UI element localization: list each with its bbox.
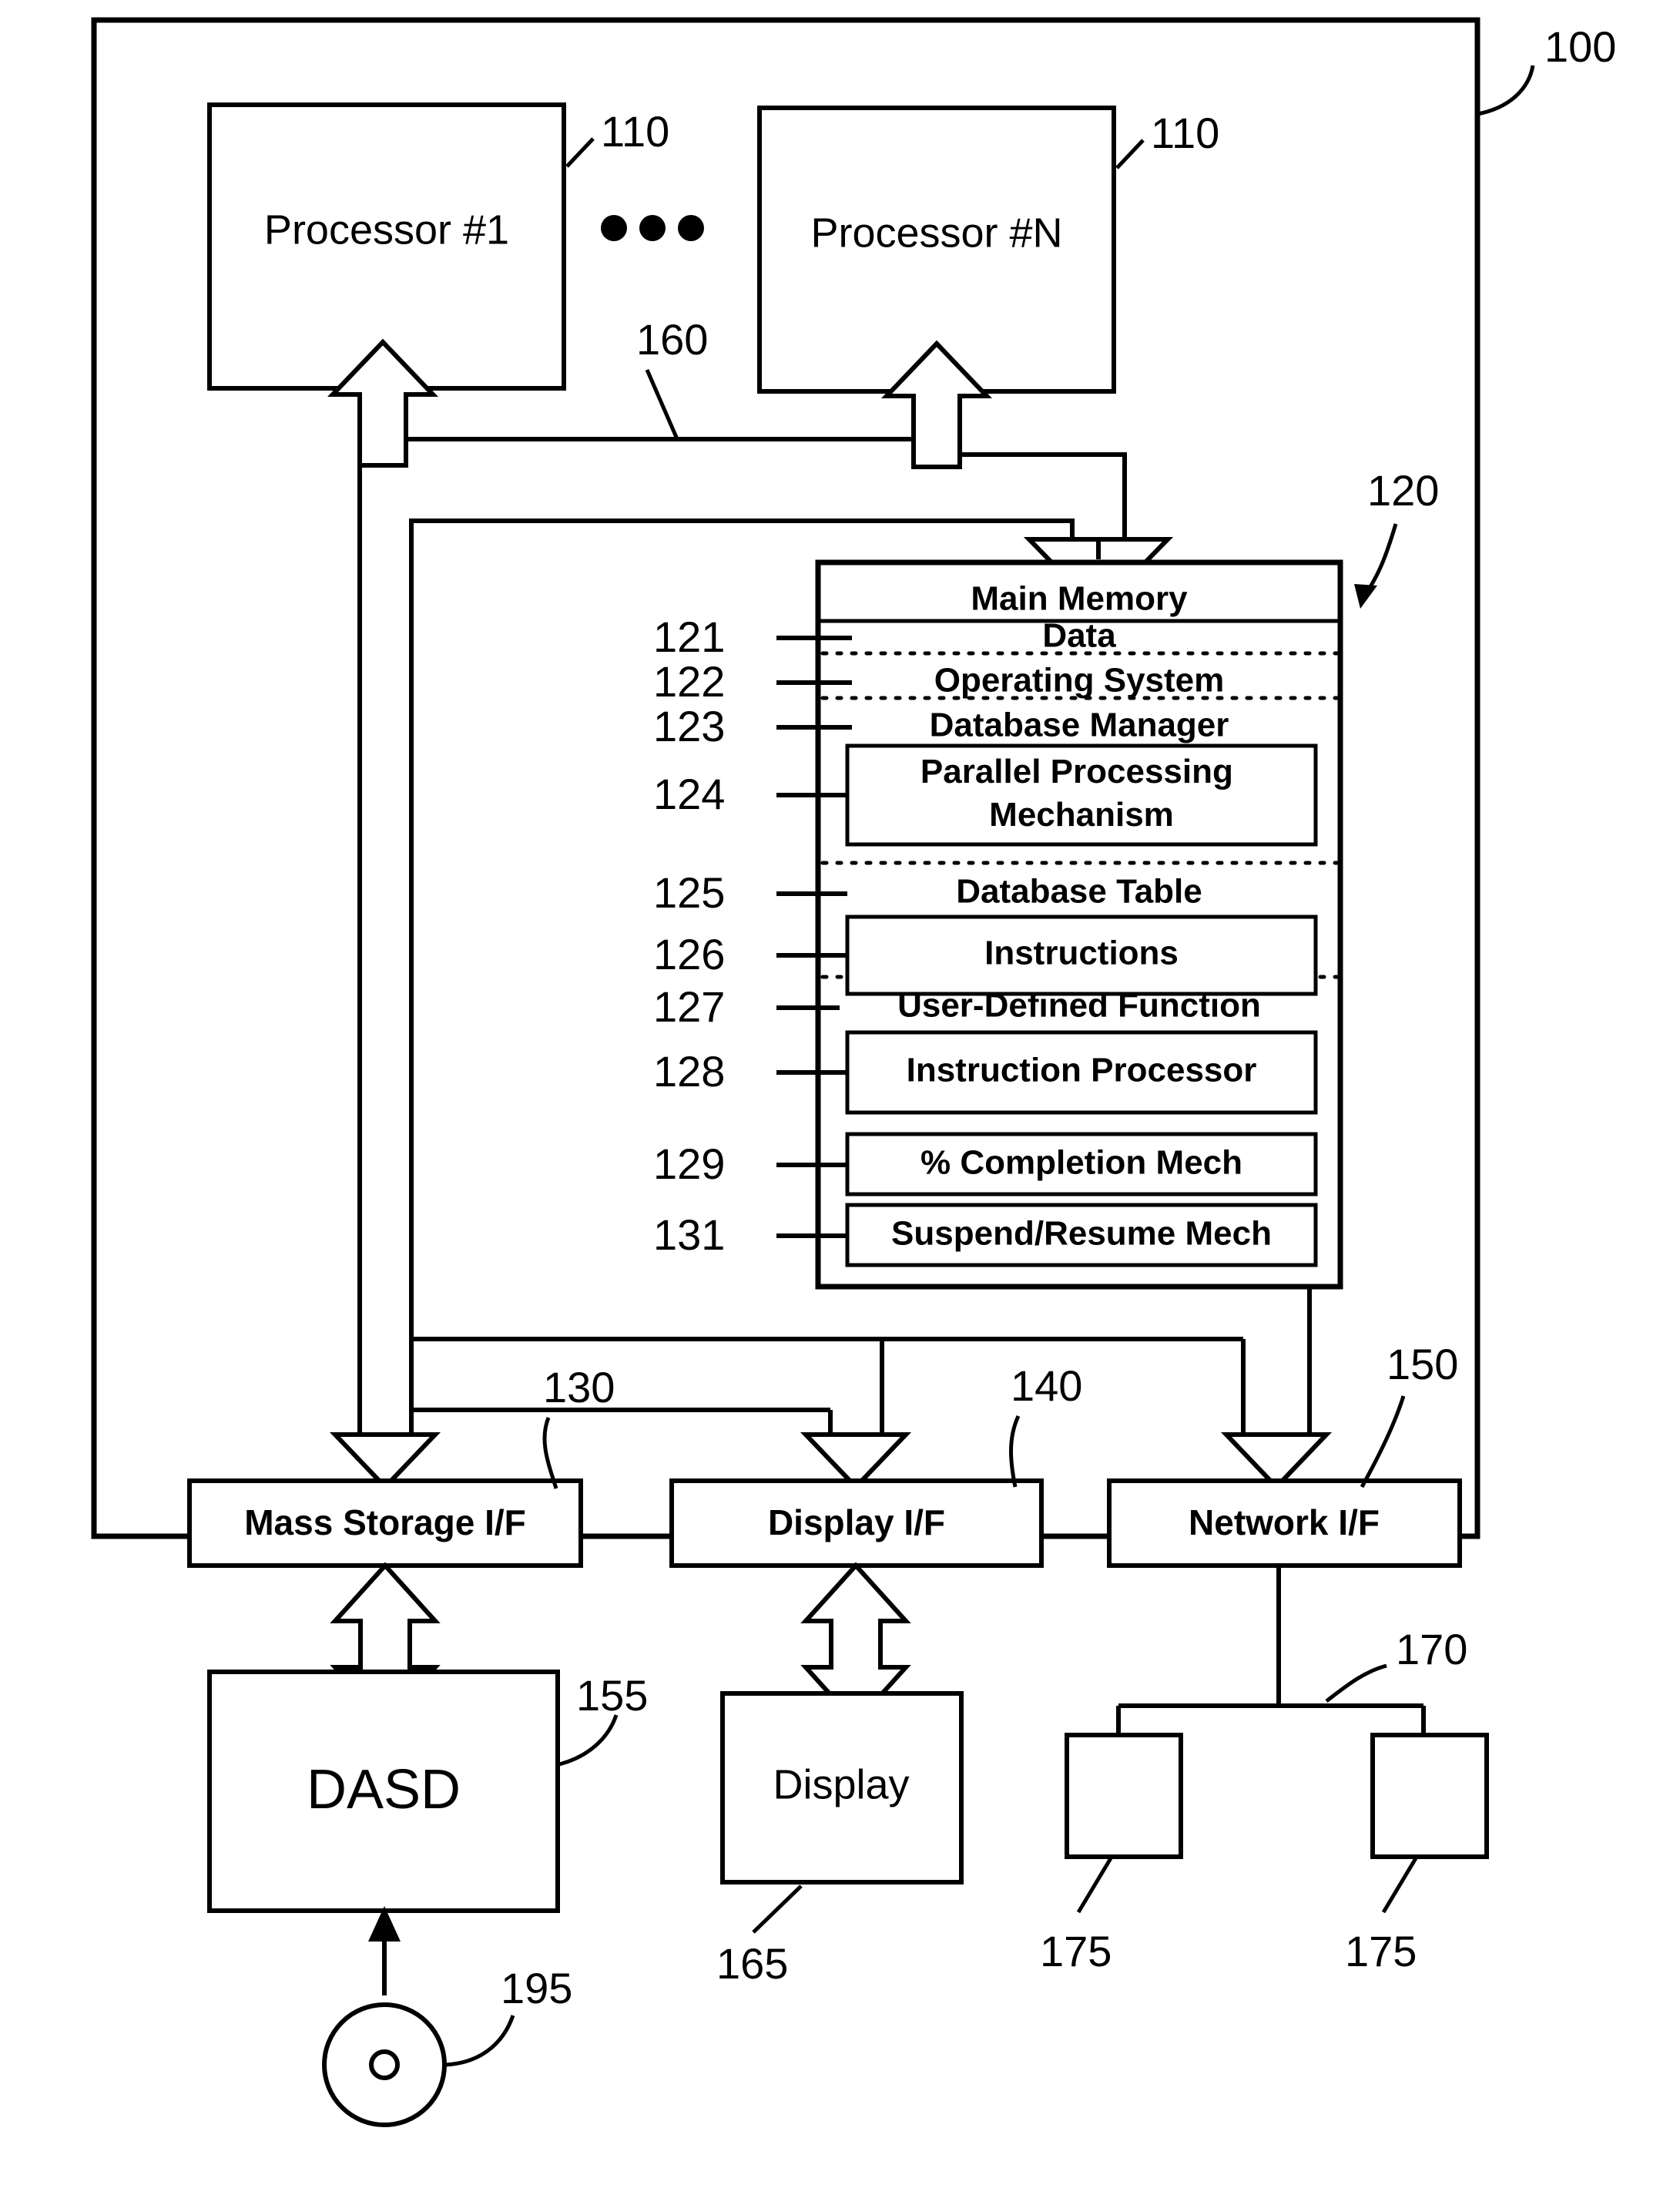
network-if-ref-label: 150 [1387, 1340, 1458, 1388]
network-ref-label: 170 [1396, 1625, 1467, 1673]
mass-storage-if-ref-leader [542, 1417, 558, 1489]
memory-item-123-label: Database Manager [930, 706, 1229, 744]
memory-item-128-label: Instruction Processor [907, 1052, 1257, 1089]
memory-ref-122: 122 [653, 657, 725, 706]
memory-ref-124: 124 [653, 770, 725, 818]
memory-ref-131: 131 [653, 1210, 725, 1259]
memory-item-126-label: Instructions [984, 935, 1179, 972]
main-memory-ref-arrowhead [1354, 584, 1377, 609]
disc-ref-leader [444, 2015, 515, 2067]
network-if-ref-leader [1360, 1395, 1406, 1488]
memory-ref-127: 127 [653, 982, 725, 1031]
system-ref-leader [1477, 65, 1535, 116]
memory-item-125-label: Database Table [956, 873, 1202, 911]
memory-item-129-label: % Completion Mech [920, 1144, 1242, 1182]
dasd-label: DASD [307, 1759, 461, 1821]
system-ref-label: 100 [1544, 22, 1616, 71]
display-if-label: Display I/F [768, 1502, 945, 1542]
bus-arrow-mass-storage-shaft [357, 1410, 414, 1435]
memory-item-131-label: Suspend/Resume Mech [891, 1215, 1272, 1253]
bus-arrow-to-memory-shaft [1070, 521, 1127, 539]
mass-storage-if-ref-label: 130 [543, 1363, 615, 1411]
network-node-1-ref-leader [1076, 1857, 1113, 1914]
network-node-2-ref-leader [1381, 1857, 1418, 1914]
processor-ellipsis-icon [601, 215, 704, 241]
memory-item-122-label: Operating System [934, 662, 1225, 700]
bus-ref-label: 160 [636, 315, 708, 364]
dasd-ref-leader [558, 1714, 619, 1767]
processor-1-ref-label: 110 [601, 107, 669, 156]
network-if-label: Network I/F [1189, 1502, 1380, 1542]
mass-storage-if-label: Mass Storage I/F [244, 1502, 526, 1542]
memory-item-124-line1: Parallel Processing [920, 753, 1233, 790]
network-node-1-box[interactable] [1065, 1733, 1183, 1859]
dasd-ref-label: 155 [576, 1671, 648, 1720]
processor-1-ref-leader [565, 137, 595, 168]
processor-n-label: Processor #N [810, 210, 1062, 256]
bus-branch-display [828, 1339, 884, 1435]
network-node-2-box[interactable] [1370, 1733, 1489, 1859]
processor-n-ref-leader [1115, 139, 1145, 169]
display-if-ref-label: 140 [1011, 1361, 1082, 1410]
display-ref-leader [752, 1884, 803, 1934]
processor-n-ref-label: 110 [1151, 109, 1219, 157]
memory-ref-129: 129 [653, 1139, 725, 1188]
display-label: Display [773, 1761, 909, 1807]
memory-ref-121: 121 [653, 612, 725, 661]
memory-item-124-line2: Mechanism [989, 796, 1174, 834]
display-ref-label: 165 [716, 1939, 788, 1988]
memory-item-127-label: User-Defined Function [897, 987, 1261, 1025]
display-if-ref-leader [1009, 1415, 1021, 1488]
disc-ref-label: 195 [501, 1964, 572, 2012]
main-memory-ref-label: 120 [1367, 466, 1439, 515]
bus-rail-to-memory [957, 452, 1127, 539]
bus-branch-network [1241, 1339, 1312, 1435]
memory-ref-126: 126 [653, 930, 725, 978]
memory-ref-123: 123 [653, 702, 725, 750]
optical-disc-hole-icon [369, 2049, 400, 2080]
processor-1-label: Processor #1 [264, 206, 509, 253]
patent-figure: 100 Processor #1 110 Processor #N 110 16… [91, 17, 1616, 2127]
bus-rail-upper [404, 437, 938, 465]
main-memory-title: Main Memory [971, 580, 1188, 618]
network-node-1-ref-label: 175 [1040, 1927, 1112, 1975]
network-node-2-ref-label: 175 [1345, 1927, 1417, 1975]
memory-item-121-label: Data [1042, 617, 1116, 655]
bus-ref-leader [645, 369, 680, 441]
network-ref-leader [1325, 1663, 1387, 1703]
memory-ref-125: 125 [653, 868, 725, 917]
memory-ref-128: 128 [653, 1047, 725, 1096]
